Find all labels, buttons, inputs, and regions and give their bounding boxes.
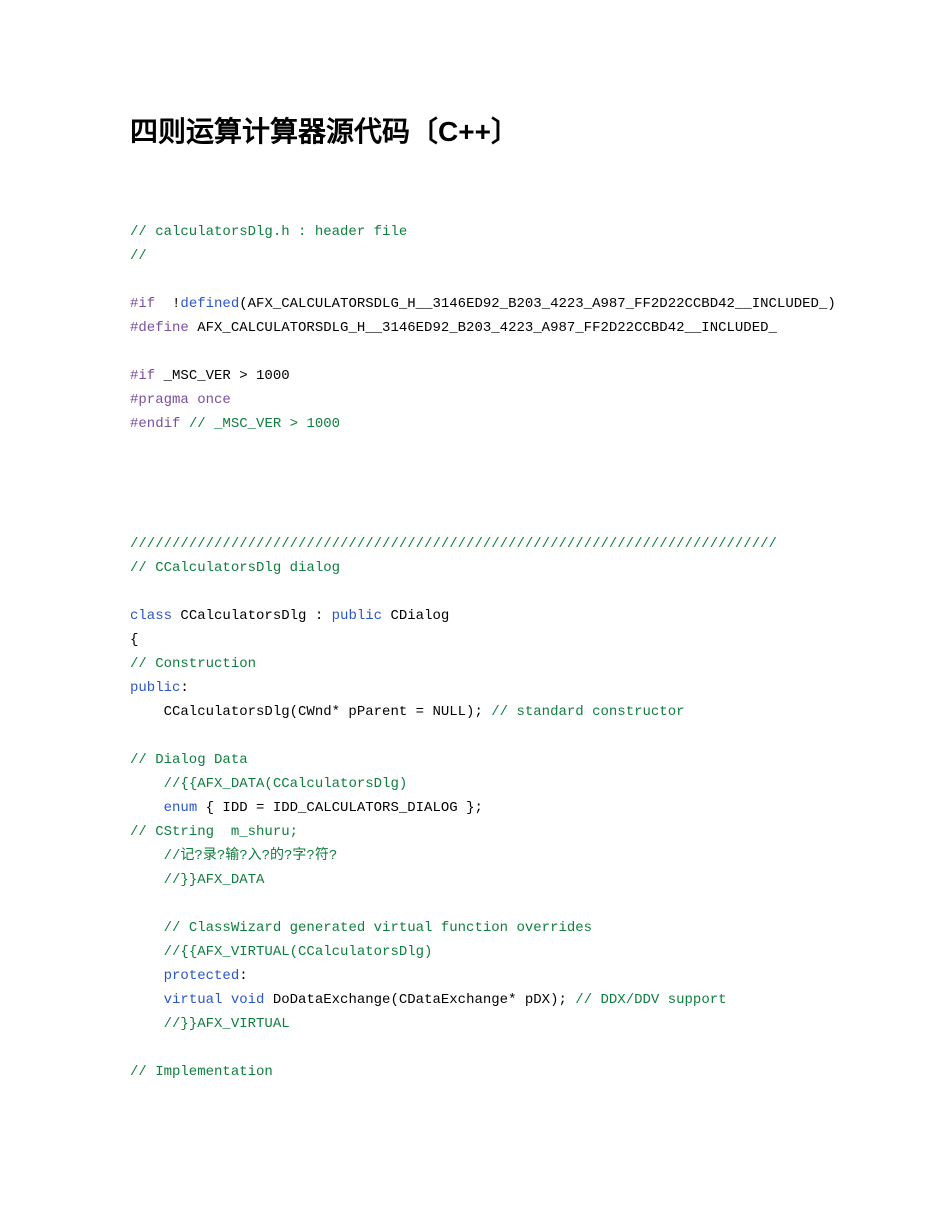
code-token [180, 416, 188, 432]
code-token: void [231, 992, 265, 1008]
code-token: // Implementation [130, 1064, 273, 1080]
code-token: // DDX/DDV support [575, 992, 726, 1008]
code-token: defined [180, 296, 239, 312]
code-token: (AFX_CALCULATORSDLG_H__3146ED92_B203_422… [239, 296, 836, 312]
code-token: #if [130, 368, 155, 384]
code-token: // standard constructor [491, 704, 684, 720]
code-token: : [180, 680, 188, 696]
code-token: // calculatorsDlg.h : header file [130, 224, 407, 240]
code-token: //}}AFX_VIRTUAL [164, 1016, 290, 1032]
code-token: CDialog [382, 608, 449, 624]
code-token: CCalculatorsDlg(CWnd* pParent = NULL); [130, 704, 491, 720]
code-token: public [332, 608, 382, 624]
code-token: class [130, 608, 172, 624]
code-token: //{{AFX_DATA(CCalculatorsDlg) [164, 776, 408, 792]
code-token: ////////////////////////////////////////… [130, 536, 777, 552]
code-token: CCalculatorsDlg : [172, 608, 332, 624]
code-token: #endif [130, 416, 180, 432]
code-token: { IDD = IDD_CALCULATORS_DIALOG }; [197, 800, 483, 816]
code-token: enum [164, 800, 198, 816]
code-token [130, 920, 164, 936]
document-title: 四则运算计算器源代码〔C++〕 [130, 110, 820, 150]
code-token: // ClassWizard generated virtual functio… [164, 920, 592, 936]
code-token: ! [164, 296, 181, 312]
code-token: DoDataExchange(CDataExchange* pDX); [264, 992, 575, 1008]
code-token: { [130, 632, 138, 648]
code-token: //{{AFX_VIRTUAL(CCalculatorsDlg) [164, 944, 433, 960]
code-token: #pragma once [130, 392, 231, 408]
code-token: protected [164, 968, 240, 984]
code-token: virtual [164, 992, 223, 1008]
code-token: public [130, 680, 180, 696]
code-token: // Construction [130, 656, 256, 672]
code-token: AFX_CALCULATORSDLG_H__3146ED92_B203_4223… [189, 320, 777, 336]
code-token: // Dialog Data [130, 752, 248, 768]
code-token [130, 944, 164, 960]
code-token: _MSC_VER > 1000 [155, 368, 289, 384]
code-token: #if [130, 296, 164, 312]
code-token: //}}AFX_DATA [164, 872, 265, 888]
code-token [222, 992, 230, 1008]
code-token: // [130, 248, 147, 264]
code-token: // _MSC_VER > 1000 [189, 416, 340, 432]
code-listing: // calculatorsDlg.h : header file // #if… [130, 220, 820, 1084]
code-token: //记?录?输?入?的?字?符? [164, 848, 338, 864]
code-token [130, 1016, 164, 1032]
code-token [130, 848, 164, 864]
code-token [130, 968, 164, 984]
code-token: // CCalculatorsDlg dialog [130, 560, 340, 576]
code-token: : [239, 968, 247, 984]
code-token [130, 800, 164, 816]
code-token: // CString m_shuru; [130, 824, 298, 840]
code-token [130, 872, 164, 888]
code-token [130, 776, 164, 792]
code-token [130, 992, 164, 1008]
code-token: #define [130, 320, 189, 336]
